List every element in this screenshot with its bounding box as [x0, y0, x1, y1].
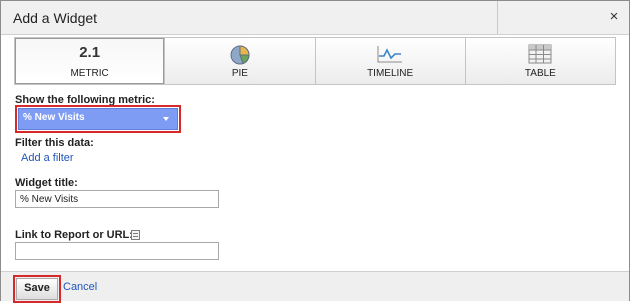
- add-filter-link[interactable]: Add a filter: [21, 152, 74, 164]
- chevron-down-icon: [163, 117, 169, 121]
- filter-label: Filter this data:: [15, 137, 94, 149]
- add-widget-dialog: Add a Widget × 2.1 METRIC PIE TIMELINE T…: [0, 0, 630, 303]
- save-button[interactable]: Save: [16, 278, 58, 300]
- tab-timeline[interactable]: TIMELINE: [314, 38, 465, 84]
- dialog-footer: Save Cancel: [1, 271, 629, 303]
- tab-pie[interactable]: PIE: [164, 38, 314, 84]
- dialog-body: 2.1 METRIC PIE TIMELINE TABLE Show the f…: [7, 35, 623, 271]
- tab-label: PIE: [231, 68, 248, 79]
- title-divider: [497, 1, 498, 34]
- close-icon[interactable]: ×: [604, 7, 624, 27]
- metric-icon: 2.1: [79, 44, 101, 61]
- table-icon: [528, 44, 552, 64]
- metric-select-value: % New Visits: [23, 112, 85, 123]
- link-url-input[interactable]: [15, 242, 219, 260]
- cancel-link[interactable]: Cancel: [63, 281, 97, 293]
- timeline-icon: [377, 46, 403, 63]
- save-highlight: Save: [13, 275, 61, 303]
- link-label: Link to Report or URL:: [15, 229, 133, 241]
- widget-title-input[interactable]: [15, 190, 219, 208]
- widget-type-tabs: 2.1 METRIC PIE TIMELINE TABLE: [14, 37, 616, 85]
- title-bar: Add a Widget ×: [1, 1, 629, 35]
- pie-chart-icon: [230, 45, 250, 65]
- tab-table[interactable]: TABLE: [464, 38, 615, 84]
- tab-label: TABLE: [524, 68, 556, 79]
- tab-label: METRIC: [70, 68, 109, 79]
- dialog-title: Add a Widget: [13, 10, 98, 26]
- widget-title-label: Widget title:: [15, 177, 78, 189]
- note-icon[interactable]: [131, 230, 140, 240]
- metric-select-highlight: % New Visits: [15, 105, 181, 133]
- metric-select[interactable]: % New Visits: [18, 108, 178, 130]
- tab-metric[interactable]: 2.1 METRIC: [15, 38, 165, 84]
- tab-label: TIMELINE: [367, 68, 414, 79]
